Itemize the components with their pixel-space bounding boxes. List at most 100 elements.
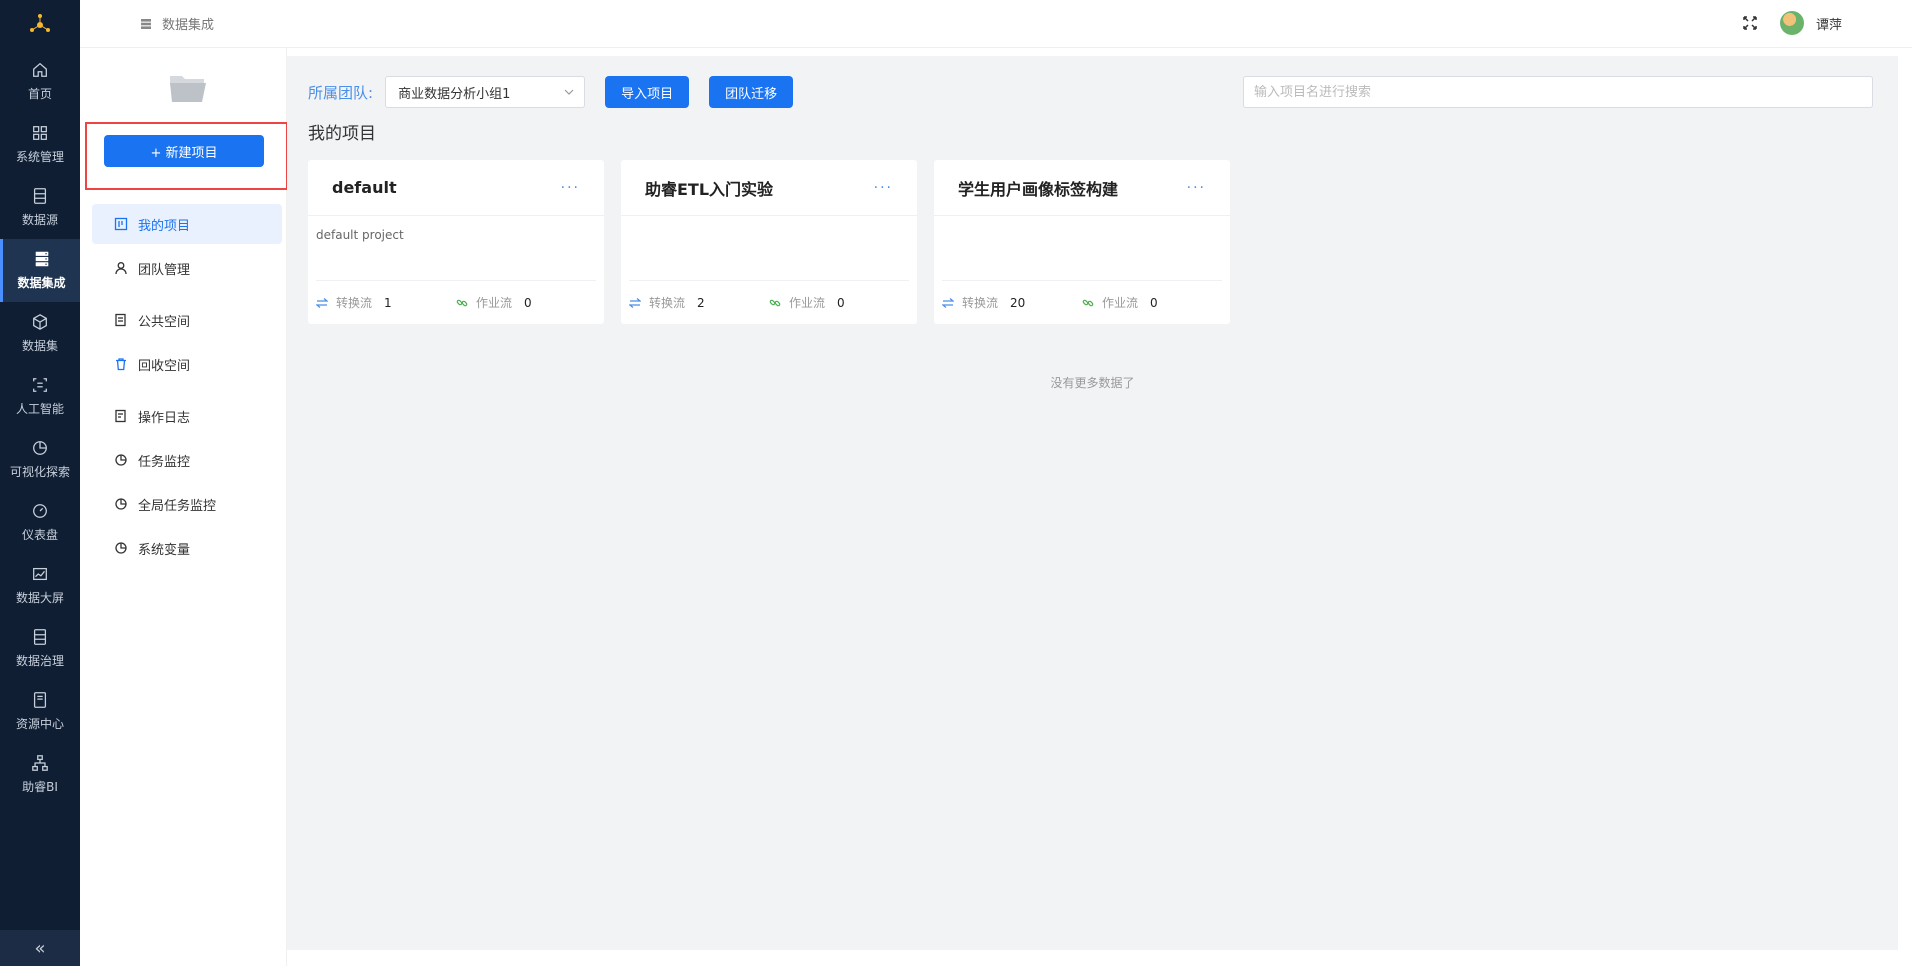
- collapse-rail-button[interactable]: «: [0, 930, 80, 966]
- main-content: 所属团队: 商业数据分析小组1 导入项目 团队迁移 我的项目 default ·…: [287, 56, 1898, 950]
- swap-icon: [316, 297, 328, 308]
- pie-icon: [115, 498, 127, 510]
- nav-dataset[interactable]: 数据集: [0, 302, 80, 365]
- no-more-data-text: 没有更多数据了: [1050, 376, 1135, 390]
- project-search-input[interactable]: [1243, 76, 1873, 108]
- card-header: 助睿ETL入门实验 ···: [621, 160, 917, 216]
- folder-open-icon: [170, 76, 206, 102]
- logo-icon: [30, 14, 50, 32]
- nav-bi[interactable]: 助睿BI: [0, 743, 80, 806]
- nav-data-integration[interactable]: 数据集成: [0, 239, 80, 302]
- log-icon: [115, 409, 126, 423]
- menu-recycle-space[interactable]: 回收空间: [92, 344, 282, 384]
- menu-public-space[interactable]: 公共空间: [92, 300, 282, 340]
- hierarchy-icon: [32, 755, 48, 771]
- gauge-icon: [33, 504, 47, 518]
- nav-data-governance[interactable]: 数据治理: [0, 617, 80, 680]
- team-select-value: 商业数据分析小组1: [398, 86, 511, 102]
- app-logo[interactable]: [0, 0, 80, 50]
- project-card[interactable]: 学生用户画像标签构建 ··· 转换流 20 作业流 0: [934, 160, 1230, 324]
- server-icon: [35, 251, 48, 267]
- nav-ai[interactable]: 人工智能: [0, 365, 80, 428]
- job-count: 0: [524, 295, 532, 310]
- user-icon: [115, 262, 127, 275]
- transform-count: 2: [697, 295, 705, 310]
- file-icon: [33, 692, 47, 708]
- job-count: 0: [1150, 295, 1158, 310]
- menu-operation-log[interactable]: 操作日志: [92, 396, 282, 436]
- card-description: default project: [316, 228, 404, 242]
- link-icon: [1082, 299, 1094, 306]
- more-icon[interactable]: ···: [874, 180, 893, 196]
- project-card[interactable]: default ··· default project 转换流 1 作业流 0: [308, 160, 604, 324]
- notes-icon: [115, 313, 126, 327]
- link-icon: [456, 299, 468, 306]
- card-stats: 转换流 1 作业流 0: [316, 280, 596, 324]
- import-project-button[interactable]: 导入项目: [605, 76, 690, 108]
- link-icon: [769, 299, 781, 306]
- transform-stat: 转换流 20: [942, 294, 1082, 311]
- project-cards: default ··· default project 转换流 1 作业流 0: [308, 160, 1247, 324]
- menu-task-monitor[interactable]: 任务监控: [92, 440, 282, 480]
- pie-icon: [115, 542, 127, 554]
- board-icon: [114, 217, 128, 231]
- team-migrate-button[interactable]: 团队迁移: [709, 76, 794, 108]
- pie-icon: [115, 454, 127, 466]
- double-chevron-left-icon: «: [34, 937, 46, 959]
- card-stats: 转换流 2 作业流 0: [629, 280, 909, 324]
- card-stats: 转换流 20 作业流 0: [942, 280, 1222, 324]
- breadcrumb: 数据集成: [140, 14, 214, 33]
- menu-system-variables[interactable]: 系统变量: [92, 528, 282, 568]
- fullscreen-icon[interactable]: [1742, 15, 1758, 31]
- transform-stat: 转换流 2: [629, 294, 769, 311]
- transform-count: 20: [1010, 295, 1026, 310]
- nav-datasource[interactable]: 数据源: [0, 176, 80, 239]
- job-stat: 作业流 0: [456, 294, 596, 311]
- username[interactable]: 谭萍: [1816, 14, 1842, 33]
- avatar[interactable]: [1779, 11, 1804, 35]
- transform-stat: 转换流 1: [316, 294, 456, 311]
- header-actions: 谭萍: [1742, 11, 1842, 35]
- database-icon: [33, 188, 47, 204]
- job-count: 0: [837, 295, 845, 310]
- team-select[interactable]: 商业数据分析小组1: [385, 76, 586, 108]
- card-title[interactable]: 助睿ETL入门实验: [645, 176, 773, 200]
- pie-icon: [33, 441, 47, 455]
- home-icon: [33, 62, 47, 77]
- more-icon[interactable]: ···: [1187, 180, 1206, 196]
- chart-icon: [33, 567, 47, 581]
- nav-dashboard[interactable]: 仪表盘: [0, 491, 80, 554]
- nav-system-admin[interactable]: 系统管理: [0, 113, 80, 176]
- project-menu: 我的项目 团队管理 公共空间 回收空间 操作日志 任务监控 全局任务监控 系统变…: [92, 204, 282, 572]
- swap-icon: [942, 297, 954, 308]
- card-header: 学生用户画像标签构建 ···: [934, 160, 1230, 216]
- nav-visual-explore[interactable]: 可视化探索: [0, 428, 80, 491]
- menu-global-task-monitor[interactable]: 全局任务监控: [92, 484, 282, 524]
- menu-team-management[interactable]: 团队管理: [92, 248, 282, 288]
- nav-resource-center[interactable]: 资源中心: [0, 680, 80, 743]
- card-title[interactable]: default: [332, 178, 397, 197]
- main-nav-rail: 首页 系统管理 数据源 数据集成 数据集 人工智能 可视化探索 仪表盘 数据大屏…: [0, 0, 80, 966]
- card-title[interactable]: 学生用户画像标签构建: [958, 176, 1118, 200]
- job-stat: 作业流 0: [1082, 294, 1222, 311]
- more-icon[interactable]: ···: [561, 180, 580, 196]
- new-project-button[interactable]: + 新建项目: [104, 135, 264, 167]
- swap-icon: [629, 297, 641, 308]
- scan-icon: [33, 378, 47, 392]
- document-icon: [33, 629, 47, 645]
- server-small-icon: [141, 18, 151, 29]
- transform-count: 1: [384, 295, 392, 310]
- job-stat: 作业流 0: [769, 294, 909, 311]
- top-header: 数据集成 谭萍: [80, 0, 1912, 48]
- section-title: 我的项目: [308, 124, 376, 144]
- chevron-down-icon: [564, 89, 574, 95]
- nav-big-screen[interactable]: 数据大屏: [0, 554, 80, 617]
- project-sidebar: + 新建项目 我的项目 团队管理 公共空间 回收空间 操作日志 任务监控 全局任…: [80, 48, 288, 966]
- card-header: default ···: [308, 160, 604, 216]
- grid-icon: [33, 126, 47, 140]
- project-card[interactable]: 助睿ETL入门实验 ··· 转换流 2 作业流 0: [621, 160, 917, 324]
- menu-my-projects[interactable]: 我的项目: [92, 204, 282, 244]
- team-label: 所属团队:: [308, 83, 374, 102]
- cube-icon: [33, 314, 47, 330]
- nav-home[interactable]: 首页: [0, 50, 80, 113]
